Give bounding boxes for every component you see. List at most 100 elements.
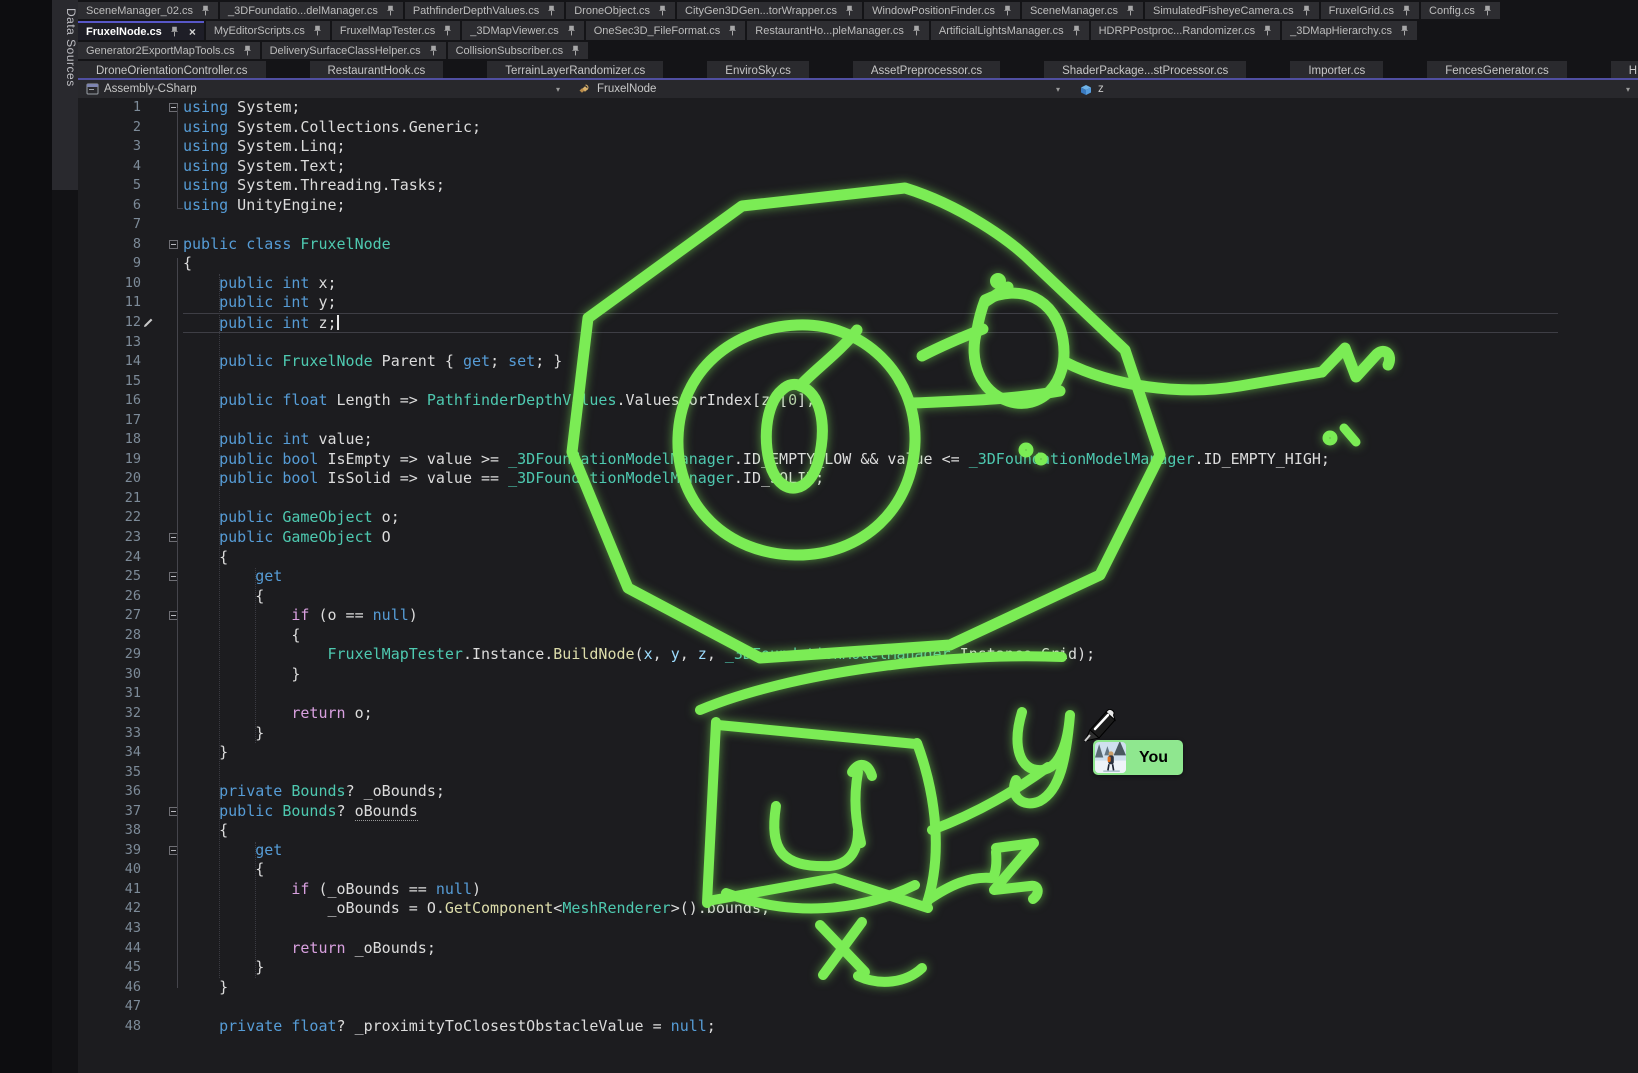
pin-icon[interactable] xyxy=(1402,5,1411,16)
tab-fruxelnode-cs[interactable]: FruxelNode.cs× xyxy=(78,21,204,40)
tab-scenemanager-cs[interactable]: SceneManager.cs xyxy=(1022,2,1143,19)
code-line-32[interactable]: 32 return o; xyxy=(78,704,1638,724)
pin-icon[interactable] xyxy=(571,45,580,56)
chevron-down-icon[interactable]: ▾ xyxy=(1626,85,1630,94)
tab-citygen3dgen-torwrapper-cs[interactable]: CityGen3DGen...torWrapper.cs xyxy=(677,2,862,19)
tab-onesec3d-fileformat-cs[interactable]: OneSec3D_FileFormat.cs xyxy=(586,21,746,40)
code-line-44[interactable]: 44 return _oBounds; xyxy=(78,939,1638,959)
code-line-34[interactable]: 34 } xyxy=(78,743,1638,763)
tab-deliverysurfaceclasshelper-cs[interactable]: DeliverySurfaceClassHelper.cs xyxy=(262,42,446,59)
pin-icon[interactable] xyxy=(912,25,921,36)
tab-collisionsubscriber-cs[interactable]: CollisionSubscriber.cs xyxy=(448,42,589,59)
code-line-41[interactable]: 41 if (_oBounds == null) xyxy=(78,880,1638,900)
tab-fruxelgrid-cs[interactable]: FruxelGrid.cs xyxy=(1321,2,1419,19)
tab-generator2exportmaptools-cs[interactable]: Generator2ExportMapTools.cs xyxy=(78,42,260,59)
tab-config-cs[interactable]: Config.cs xyxy=(1421,2,1500,19)
tab-windowpositionfinder-cs[interactable]: WindowPositionFinder.cs xyxy=(864,2,1020,19)
tab-droneobject-cs[interactable]: DroneObject.cs xyxy=(566,2,675,19)
code-line-10[interactable]: 10 public int x; xyxy=(78,274,1638,294)
code-line-20[interactable]: 20 public bool IsSolid => value == _3DFo… xyxy=(78,469,1638,489)
code-line-31[interactable]: 31 xyxy=(78,684,1638,704)
code-line-8[interactable]: 8public class FruxelNode xyxy=(78,235,1638,255)
code-line-5[interactable]: 5using System.Threading.Tasks; xyxy=(78,176,1638,196)
pin-icon[interactable] xyxy=(443,25,452,36)
code-line-48[interactable]: 48 private float? _proximityToClosestObs… xyxy=(78,1017,1638,1037)
chevron-down-icon[interactable]: ▾ xyxy=(556,85,560,94)
code-line-11[interactable]: 11 public int y; xyxy=(78,293,1638,313)
code-line-21[interactable]: 21 xyxy=(78,489,1638,509)
code-line-18[interactable]: 18 public int value; xyxy=(78,430,1638,450)
code-line-26[interactable]: 26 { xyxy=(78,587,1638,607)
pin-icon[interactable] xyxy=(1072,25,1081,36)
code-line-38[interactable]: 38 { xyxy=(78,821,1638,841)
close-icon[interactable]: × xyxy=(189,26,196,38)
code-line-36[interactable]: 36 private Bounds? _oBounds; xyxy=(78,782,1638,802)
code-line-39[interactable]: 39 get xyxy=(78,841,1638,861)
code-line-30[interactable]: 30 } xyxy=(78,665,1638,685)
code-line-4[interactable]: 4using System.Text; xyxy=(78,157,1638,177)
code-line-43[interactable]: 43 xyxy=(78,919,1638,939)
code-line-22[interactable]: 22 public GameObject o; xyxy=(78,508,1638,528)
code-line-1[interactable]: 1using System; xyxy=(78,98,1638,118)
pin-icon[interactable] xyxy=(845,5,854,16)
pin-icon[interactable] xyxy=(429,45,438,56)
tab-simulatedfisheyecamera-cs[interactable]: SimulatedFisheyeCamera.cs xyxy=(1145,2,1319,19)
code-editor[interactable]: 1using System;2using System.Collections.… xyxy=(78,98,1638,1073)
code-line-47[interactable]: 47 xyxy=(78,997,1638,1017)
pin-icon[interactable] xyxy=(567,25,576,36)
pin-icon[interactable] xyxy=(1483,5,1492,16)
tab-artificiallightsmanager-cs[interactable]: ArtificialLightsManager.cs xyxy=(931,21,1089,40)
pin-icon[interactable] xyxy=(1003,5,1012,16)
pin-icon[interactable] xyxy=(1263,25,1272,36)
pin-icon[interactable] xyxy=(386,5,395,16)
pin-icon[interactable] xyxy=(728,25,737,36)
code-line-23[interactable]: 23 public GameObject O xyxy=(78,528,1638,548)
code-line-15[interactable]: 15 xyxy=(78,372,1638,392)
code-line-17[interactable]: 17 xyxy=(78,411,1638,431)
code-line-25[interactable]: 25 get xyxy=(78,567,1638,587)
pin-icon[interactable] xyxy=(1302,5,1311,16)
code-line-33[interactable]: 33 } xyxy=(78,724,1638,744)
code-line-27[interactable]: 27 if (o == null) xyxy=(78,606,1638,626)
code-line-19[interactable]: 19 public bool IsEmpty => value >= _3DFo… xyxy=(78,450,1638,470)
pin-icon[interactable] xyxy=(547,5,556,16)
code-line-29[interactable]: 29 FruxelMapTester.Instance.BuildNode(x,… xyxy=(78,645,1638,665)
code-line-6[interactable]: 6using UnityEngine; xyxy=(78,196,1638,216)
tab-restaurantho-plemanager-cs[interactable]: RestaurantHo...pleManager.cs xyxy=(747,21,929,40)
tab-pathfinderdepthvalues-cs[interactable]: PathfinderDepthValues.cs xyxy=(405,2,564,19)
tab-scenemanager-02-cs[interactable]: SceneManager_02.cs xyxy=(78,2,218,19)
code-line-35[interactable]: 35 xyxy=(78,763,1638,783)
code-line-42[interactable]: 42 _oBounds = O.GetComponent<MeshRendere… xyxy=(78,899,1638,919)
code-line-14[interactable]: 14 public FruxelNode Parent { get; set; … xyxy=(78,352,1638,372)
pin-icon[interactable] xyxy=(313,25,322,36)
code-line-2[interactable]: 2using System.Collections.Generic; xyxy=(78,118,1638,138)
tab--3dfoundatio-delmanager-cs[interactable]: _3DFoundatio...delManager.cs xyxy=(220,2,403,19)
code-line-45[interactable]: 45 } xyxy=(78,958,1638,978)
tab--3dmapviewer-cs[interactable]: _3DMapViewer.cs xyxy=(462,21,583,40)
code-line-7[interactable]: 7 xyxy=(78,215,1638,235)
pin-icon[interactable] xyxy=(1400,25,1409,36)
code-line-40[interactable]: 40 { xyxy=(78,860,1638,880)
code-line-28[interactable]: 28 { xyxy=(78,626,1638,646)
fold-collapse-icon[interactable] xyxy=(169,240,178,249)
code-line-9[interactable]: 9{ xyxy=(78,254,1638,274)
pin-icon[interactable] xyxy=(658,5,667,16)
code-line-12[interactable]: 12 public int z; xyxy=(78,313,1638,333)
code-line-24[interactable]: 24 { xyxy=(78,548,1638,568)
tab-myeditorscripts-cs[interactable]: MyEditorScripts.cs xyxy=(206,21,330,40)
code-line-37[interactable]: 37 public Bounds? oBounds xyxy=(78,802,1638,822)
breadcrumb-member-dropdown[interactable]: z xyxy=(1070,80,1104,98)
pin-icon[interactable] xyxy=(243,45,252,56)
breadcrumb-type-dropdown[interactable]: FruxelNode ▾ xyxy=(570,80,1070,98)
tab-hdrppostproc-randomizer-cs[interactable]: HDRPPostproc...Randomizer.cs xyxy=(1091,21,1281,40)
code-line-46[interactable]: 46 } xyxy=(78,978,1638,998)
chevron-down-icon[interactable]: ▾ xyxy=(1056,85,1060,94)
tab-fruxelmaptester-cs[interactable]: FruxelMapTester.cs xyxy=(332,21,460,40)
tab--3dmaphierarchy-cs[interactable]: _3DMapHierarchy.cs xyxy=(1282,21,1417,40)
pin-icon[interactable] xyxy=(170,26,179,37)
code-line-16[interactable]: 16 public float Length => PathfinderDept… xyxy=(78,391,1638,411)
pin-icon[interactable] xyxy=(1126,5,1135,16)
pin-icon[interactable] xyxy=(201,5,210,16)
code-line-3[interactable]: 3using System.Linq; xyxy=(78,137,1638,157)
breadcrumb-project-dropdown[interactable]: Assembly-CSharp ▾ xyxy=(78,80,570,98)
